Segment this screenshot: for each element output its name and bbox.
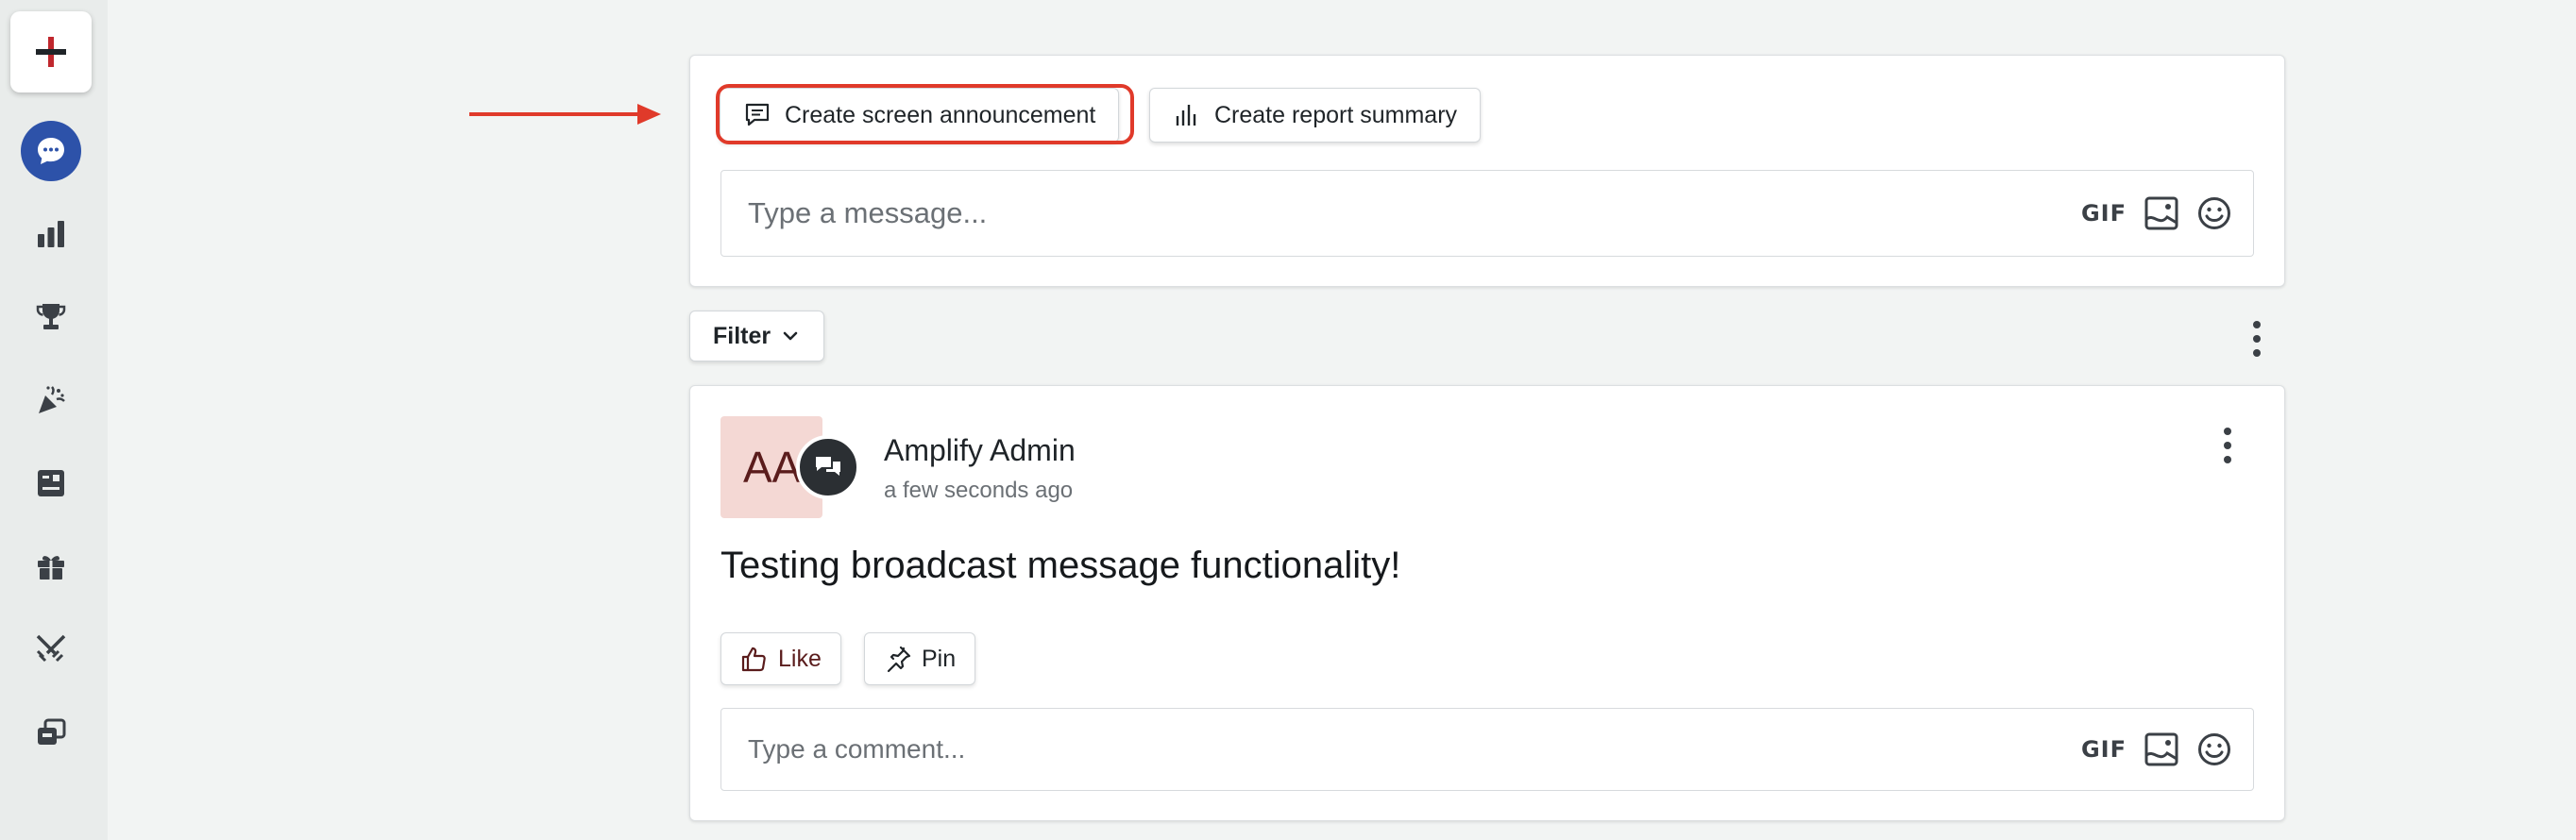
party-popper-icon [39, 386, 65, 413]
scoreboard-icon [38, 470, 64, 496]
chat-bubble-icon [21, 121, 81, 181]
crossed-swords-icon [36, 634, 66, 663]
filter-label: Filter [713, 322, 771, 349]
create-report-summary-label: Create report summary [1214, 101, 1458, 128]
comment-input-box: GIF [720, 708, 2254, 791]
broadcast-badge-icon [796, 435, 860, 499]
sidebar-item-feed[interactable] [21, 121, 81, 181]
post-card: AA Amplify Admin a few seconds ago Testi… [689, 385, 2285, 821]
comment-emoji-icon[interactable] [2196, 731, 2232, 767]
gift-icon [38, 556, 64, 580]
gif-button[interactable]: GIF [2081, 200, 2127, 227]
like-label: Like [778, 645, 822, 672]
sidebar-item-celebrations[interactable] [21, 370, 81, 430]
sidebar-item-scoreboard[interactable] [21, 453, 81, 513]
like-button[interactable]: Like [720, 632, 841, 685]
comment-gif-button[interactable]: GIF [2081, 736, 2127, 763]
message-square-icon [745, 103, 770, 126]
compose-card: Create screen announcement Create report… [689, 55, 2285, 287]
avatar-initials: AA [743, 443, 802, 492]
plus-icon [36, 37, 66, 67]
message-input-box: GIF [720, 170, 2254, 257]
create-screen-announcement-label: Create screen announcement [785, 101, 1096, 128]
pin-label: Pin [922, 645, 957, 672]
pin-button[interactable]: Pin [864, 632, 976, 685]
sidebar-item-rewards[interactable] [21, 536, 81, 596]
bar-chart-outline-icon [1176, 105, 1196, 126]
sidebar [0, 0, 108, 840]
image-icon[interactable] [2144, 195, 2179, 231]
post-text: Testing broadcast message functionality! [720, 545, 1401, 586]
stacked-windows-icon [38, 718, 66, 745]
bar-chart-icon [38, 221, 64, 247]
create-button[interactable] [10, 11, 92, 92]
sidebar-item-awards[interactable] [21, 287, 81, 347]
pin-icon [887, 646, 911, 673]
post-timestamp: a few seconds ago [884, 478, 1074, 503]
message-input[interactable] [748, 171, 1975, 256]
chevron-down-icon [783, 331, 798, 341]
thumbs-up-icon [741, 647, 766, 672]
post-author[interactable]: Amplify Admin [884, 433, 1076, 468]
post-options-kebab-icon[interactable] [2224, 428, 2231, 463]
feed-options-kebab-icon[interactable] [2253, 321, 2261, 357]
annotation-arrow [469, 104, 661, 125]
create-report-summary-button[interactable]: Create report summary [1149, 88, 1482, 143]
sidebar-item-reports[interactable] [21, 204, 81, 264]
message-input-icons: GIF [2081, 171, 2232, 256]
filter-button[interactable]: Filter [689, 311, 825, 361]
comment-image-icon[interactable] [2144, 731, 2179, 767]
sidebar-item-competitions[interactable] [21, 619, 81, 680]
comment-input-icons: GIF [2081, 709, 2232, 790]
sidebar-item-integrations[interactable] [21, 702, 81, 763]
trophy-icon [36, 304, 66, 329]
emoji-icon[interactable] [2196, 195, 2232, 231]
comment-input[interactable] [748, 709, 1975, 790]
create-screen-announcement-button[interactable]: Create screen announcement [720, 88, 1120, 143]
